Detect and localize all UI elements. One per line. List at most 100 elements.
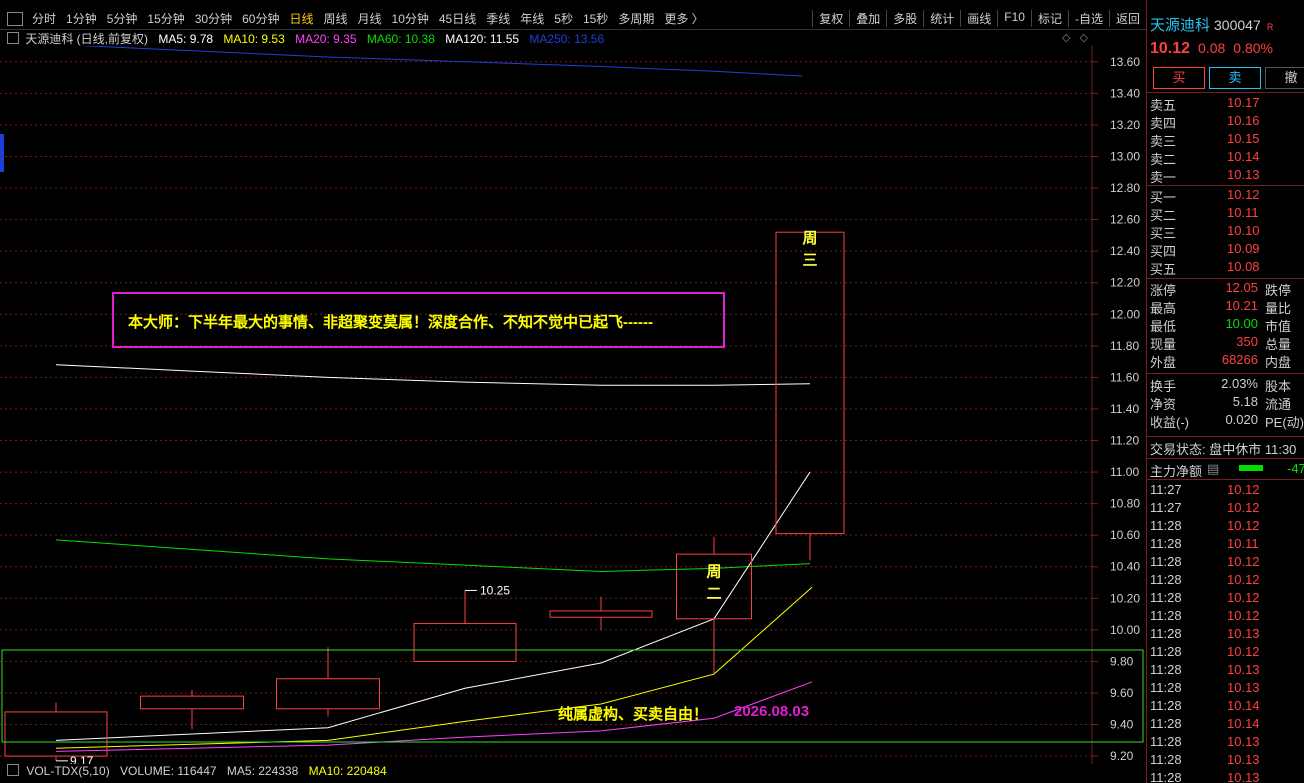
tick-price: 10.14	[1227, 698, 1260, 713]
vol-ma5: MA5: 224338	[226, 764, 299, 778]
ask-label: 卖三	[1150, 134, 1177, 149]
ask-row: 卖一 10.13	[1147, 167, 1304, 185]
bid-label: 买二	[1150, 208, 1177, 223]
period-toolbar: 分时 1分钟 5分钟 15分钟 30分钟 60分钟 日线 周线 月线 10分钟 45日线 季线 年线 5秒…	[0, 8, 1146, 30]
period-tab[interactable]: 5分钟	[102, 10, 143, 27]
stat-label: 最低	[1150, 319, 1177, 334]
y-tick-label: 9.20	[1110, 749, 1134, 763]
vol-name: VOL-TDX(5,10)	[26, 764, 110, 778]
period-tab[interactable]: 1分钟	[61, 10, 102, 27]
period-tab[interactable]: 周线	[318, 10, 352, 27]
y-tick-label: 13.00	[1110, 149, 1140, 163]
candle-body	[413, 623, 517, 662]
tick-time: 11:28	[1150, 716, 1182, 731]
ma-legend: 天源迪科 (日线,前复权) MA5: 9.78 MA10: 9.53 MA20:…	[0, 30, 611, 46]
y-tick-label: 11.40	[1110, 402, 1139, 416]
ask-price: 10.17	[1227, 95, 1260, 110]
tick-time: 11:28	[1150, 554, 1182, 569]
ask-row: 卖五 10.17	[1147, 95, 1304, 113]
y-tick-label: 13.60	[1110, 55, 1140, 69]
vol-checkbox-icon[interactable]	[7, 764, 19, 776]
candlestick-chart[interactable]: 13.60 13.40 13.20 13.00 12.80 12.60 12.40 12.20…	[0, 46, 1146, 764]
legend-ma5: MA5: 9.78	[158, 32, 214, 46]
period-tab[interactable]: 日线	[284, 10, 318, 27]
ask-row: 卖三 10.15	[1147, 131, 1304, 149]
panel-divider	[1147, 458, 1304, 459]
period-tab[interactable]: 10分钟	[387, 10, 434, 27]
period-tab[interactable]: 15分钟	[142, 10, 189, 27]
y-tick-label: 12.60	[1110, 213, 1140, 227]
period-tab[interactable]: 60分钟	[237, 10, 284, 27]
diamond-icon[interactable]: ◇	[1062, 32, 1070, 44]
toolbar-button[interactable]: 多股	[886, 10, 923, 27]
toolbar-button[interactable]: 叠加	[849, 10, 886, 27]
net-value: -47	[1287, 461, 1304, 476]
tick-row: 11:28 10.13	[1147, 770, 1304, 783]
stock-name: 天源迪科	[1150, 17, 1211, 34]
toolbar-button[interactable]: 画线	[960, 10, 997, 27]
ask-label: 卖五	[1150, 98, 1177, 113]
stat-row: 最高 10.21 量比	[1147, 298, 1304, 316]
period-tab[interactable]: 年线	[515, 10, 549, 27]
legend-ma10: MA10: 9.53	[223, 32, 285, 46]
stat-value: 5.18	[1232, 394, 1258, 409]
candle-body	[775, 231, 845, 535]
price-change: 0.08	[1198, 40, 1226, 56]
tick-time: 11:28	[1150, 572, 1182, 587]
stat-label-2: PE(动)	[1265, 415, 1304, 430]
stat-label: 涨停	[1150, 283, 1177, 298]
period-tab[interactable]: 45日线	[434, 10, 481, 27]
period-tab[interactable]: 分时	[27, 10, 61, 27]
disclaimer-text: 纯属虚构、买卖自由！	[558, 706, 709, 723]
stat-label-2: 内盘	[1265, 355, 1292, 370]
toolbar-button[interactable]: 标记	[1030, 10, 1068, 27]
window-icon[interactable]	[7, 11, 23, 26]
trade-status-row: 交易状态: 盘中休市 11:30	[1147, 439, 1304, 457]
period-tab[interactable]: 多周期	[613, 10, 659, 27]
net-bar	[1239, 465, 1263, 471]
toolbar-button[interactable]: 复权	[812, 10, 849, 27]
stat-value: 2.03%	[1221, 376, 1258, 391]
candle-body	[549, 610, 653, 618]
period-tab[interactable]: 30分钟	[190, 10, 237, 27]
last-price: 10.12	[1150, 40, 1191, 57]
ma250-line	[79, 46, 803, 77]
period-tab[interactable]: 季线	[481, 10, 515, 27]
disclaimer-date: 2026.08.03	[734, 703, 810, 720]
tick-price: 10.13	[1227, 734, 1260, 749]
high-label: 10.25	[480, 583, 510, 597]
tick-row: 11:28 10.12	[1147, 608, 1304, 626]
period-tab[interactable]: 15秒	[578, 10, 613, 27]
buy-button[interactable]: 买	[1153, 67, 1205, 89]
ma120-line	[55, 364, 811, 386]
tick-price: 10.11	[1227, 536, 1259, 551]
sell-button[interactable]: 卖	[1209, 67, 1261, 89]
stat-label-2: 总量	[1265, 337, 1292, 352]
cancel-button[interactable]: 撤	[1265, 67, 1304, 89]
period-tab[interactable]: 5秒	[549, 10, 578, 27]
expand-icon[interactable]: ◇	[1080, 32, 1088, 44]
toolbar-button[interactable]: -自选	[1067, 10, 1109, 27]
ask-price: 10.15	[1227, 131, 1260, 146]
list-icon[interactable]: ▤	[1207, 461, 1219, 477]
toolbar-button[interactable]: F10	[997, 10, 1031, 27]
y-tick-label: 10.40	[1110, 560, 1140, 574]
stat-value: 10.21	[1225, 298, 1258, 313]
stat-row: 外盘 68266 内盘	[1147, 352, 1304, 370]
toolbar-button[interactable]: 返回	[1108, 10, 1146, 27]
tick-row: 11:28 10.12	[1147, 590, 1304, 608]
tick-time: 11:28	[1150, 626, 1182, 641]
tick-row: 11:28 10.12	[1147, 518, 1304, 536]
tick-row: 11:28 10.11	[1147, 536, 1304, 554]
trade-status: 交易状态: 盘中休市 11:30	[1150, 442, 1297, 457]
period-tab[interactable]: 更多 〉	[659, 10, 708, 27]
r-level-badge: R	[1266, 22, 1274, 32]
toolbar-button[interactable]: 统计	[923, 10, 960, 27]
period-tab[interactable]: 月线	[353, 10, 387, 27]
price-change-pct: 0.80%	[1233, 40, 1273, 56]
legend-checkbox-icon[interactable]	[7, 32, 19, 44]
stat-label: 外盘	[1150, 355, 1177, 370]
legend-stock-name: 天源迪科 (日线,前复权)	[25, 32, 149, 46]
candle-weekday-label: 二	[706, 585, 721, 602]
panel-divider	[1147, 185, 1304, 186]
